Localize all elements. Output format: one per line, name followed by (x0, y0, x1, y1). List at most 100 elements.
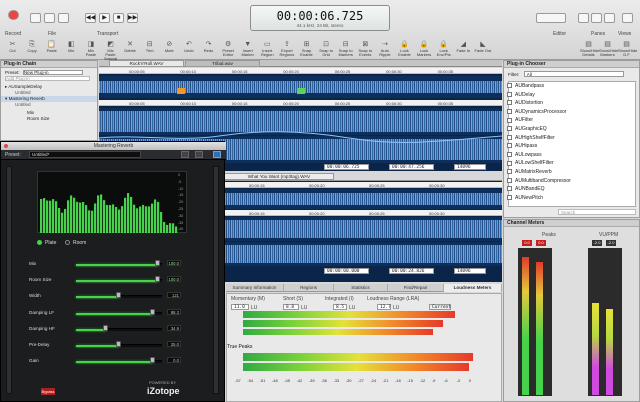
plugin-list-item[interactable]: AUMatrixReverb (507, 168, 627, 176)
tool-button[interactable]: ✂ Cut (4, 40, 21, 58)
file-title[interactable]: What You Want (mp3tag).WAV (224, 173, 334, 180)
param-slider-knob[interactable] (150, 357, 156, 364)
tool-button[interactable]: ↷ Redo (200, 40, 217, 58)
play-button[interactable]: ▶ (99, 13, 110, 23)
tool-button[interactable]: ▼ Insert Marker (239, 40, 256, 58)
tab-regions[interactable]: Regions (284, 284, 334, 292)
file-tab-tribal[interactable]: Tribal.wav (185, 60, 260, 67)
selection-end-field[interactable]: 00:00:47.256 (389, 164, 434, 170)
param-value[interactable]: 25.0 (167, 341, 181, 347)
room-radio[interactable] (65, 240, 70, 245)
tab-loudness-meters[interactable]: Loudness Meters (444, 284, 502, 292)
plugin-list-item[interactable]: AUDelay (507, 91, 627, 99)
tool-button[interactable]: 📋 Paste (43, 40, 60, 58)
param-value[interactable]: 88.3 (167, 308, 181, 315)
tab-summary[interactable]: Summary Information (226, 284, 284, 292)
marker-flag[interactable] (297, 88, 305, 94)
preset-menu-icon[interactable] (181, 151, 189, 158)
tool-button[interactable]: ⊡ Snap to Grid (318, 40, 335, 58)
stop-button[interactable]: ■ (113, 13, 124, 23)
tool-button[interactable]: ▭ Insert Region (259, 40, 276, 58)
plugin-list-item[interactable]: AUFilter (507, 116, 627, 124)
tool-button[interactable]: ✕ Delete (122, 40, 139, 58)
plugin-search-field[interactable]: Search (558, 209, 636, 215)
reverb-preset-select[interactable]: Untitled* (29, 151, 141, 158)
param-slider-knob[interactable] (103, 324, 109, 331)
time-ruler[interactable]: 00:00:05 00:00:10 00:00:15 00:00:20 00:00:25… (99, 100, 502, 106)
param-value[interactable]: 34.9 (167, 324, 181, 331)
chain-preset-select[interactable]: New Plug-in (22, 70, 83, 75)
plate-radio[interactable] (37, 240, 42, 245)
chain-item-name[interactable]: AUSampleDelay (8, 84, 42, 89)
tool-button[interactable]: ⎘ Copy (24, 40, 41, 58)
marker-flag[interactable] (177, 88, 185, 94)
param-slider[interactable] (76, 260, 162, 266)
tab-find-repair[interactable]: Find/Repair (388, 284, 444, 292)
rewind-button[interactable]: ◀◀ (85, 13, 96, 23)
new-file-button[interactable] (30, 13, 41, 23)
bypass-button[interactable]: Bypass (41, 388, 55, 395)
tool-button[interactable]: ◢ Fade In (455, 40, 472, 58)
tab-statistics[interactable]: Statistics (334, 284, 388, 292)
param-slider[interactable] (76, 308, 162, 315)
tool-button[interactable]: ⇢ Auto Ripple (376, 40, 393, 58)
selection-length-field[interactable]: 14096 (454, 164, 486, 170)
plugin-list-item[interactable]: AUDynamicsProcessor (507, 108, 627, 116)
plugin-list-item[interactable]: AUBandpass (507, 82, 627, 90)
tool-button[interactable]: ⊟ Trim (141, 40, 158, 58)
tool-button[interactable]: ⊟ Snap to Markers (337, 40, 354, 58)
selection-start-field[interactable]: 00:00:06.725 (324, 164, 369, 170)
time-ruler[interactable]: 00:00:05 00:00:10 00:00:15 00:00:20 00:00:25… (99, 68, 502, 74)
tool-button[interactable]: 🔒 Lock Enable (396, 40, 413, 58)
views-button[interactable] (622, 13, 633, 23)
editor-mode-button[interactable] (536, 13, 566, 23)
param-value[interactable]: 0.0 (167, 357, 181, 364)
param-slider[interactable] (76, 324, 162, 331)
plugin-list-item[interactable]: AUMultibandCompressor (507, 177, 627, 185)
tool-button[interactable]: ⊠ Snap to Events (357, 40, 374, 58)
pane-left-button[interactable] (578, 13, 589, 23)
view-tool-button[interactable]: ▤ Show/Hide G.F (618, 40, 637, 58)
preset-save-icon[interactable] (195, 151, 203, 158)
plugin-list-item[interactable]: AUNBandEQ (507, 185, 627, 193)
tool-button[interactable]: 🔒 Lock Env/Pts (435, 40, 452, 58)
open-file-button[interactable] (44, 13, 55, 23)
param-slider-knob[interactable] (116, 341, 121, 347)
tool-button[interactable]: ⊘ Mute (161, 40, 178, 58)
plugin-list-item[interactable]: AUHipass (507, 142, 627, 150)
fast-forward-button[interactable]: ▶▶ (127, 13, 138, 23)
plugin-list-item[interactable]: AULowpass (507, 151, 627, 159)
tool-button[interactable]: ◧ Mix (63, 40, 80, 58)
param-slider-knob[interactable] (154, 276, 160, 283)
plugin-list-item[interactable]: AUGraphicEQ (507, 125, 627, 133)
pane-bottom-button[interactable] (591, 13, 602, 23)
add-plugin-field[interactable]: Add Plug-in (5, 76, 90, 81)
selection-length-field[interactable]: 14096 (454, 268, 486, 274)
plugin-list-item[interactable]: AUNewPitch (507, 194, 627, 202)
plugin-list-item[interactable]: AULowShelfFilter (507, 159, 627, 167)
pane-right-button[interactable] (604, 13, 615, 23)
overview-waveform[interactable] (99, 76, 502, 98)
param-value[interactable]: 100.0 (167, 276, 181, 283)
close-icon[interactable] (4, 144, 8, 148)
tool-button[interactable]: ◣ Fade Out (474, 40, 492, 58)
param-slider[interactable] (76, 276, 162, 283)
view-tool-button[interactable]: ▤ Show/Hide Markers (599, 40, 618, 58)
tool-button[interactable]: ⚙ Preset Editor (220, 40, 237, 58)
filter-select[interactable]: All (523, 71, 624, 77)
param-slider[interactable] (76, 357, 162, 364)
selection-end-field[interactable]: 00:00:24.826 (389, 268, 434, 274)
plugin-list-item[interactable]: AUDistortion (507, 99, 627, 107)
tool-button[interactable]: ⇪ Export Regions (278, 40, 295, 58)
param-value[interactable]: 121 (167, 292, 181, 299)
plugin-list-item[interactable]: AUHighShelfFilter (507, 134, 627, 142)
file-tab-active[interactable]: Rock'n'Roll.WAV (109, 60, 184, 67)
save-file-button[interactable] (58, 13, 69, 23)
param-slider[interactable] (76, 292, 162, 299)
chain-item-name[interactable]: Mastering Reverb (9, 96, 45, 101)
help-icon[interactable] (213, 151, 221, 158)
tool-button[interactable]: ↶ Undo (180, 40, 197, 58)
param-slider[interactable] (76, 341, 162, 347)
tool-button[interactable]: ⊞ Snap Enable (298, 40, 315, 58)
param-slider-knob[interactable] (154, 260, 160, 266)
